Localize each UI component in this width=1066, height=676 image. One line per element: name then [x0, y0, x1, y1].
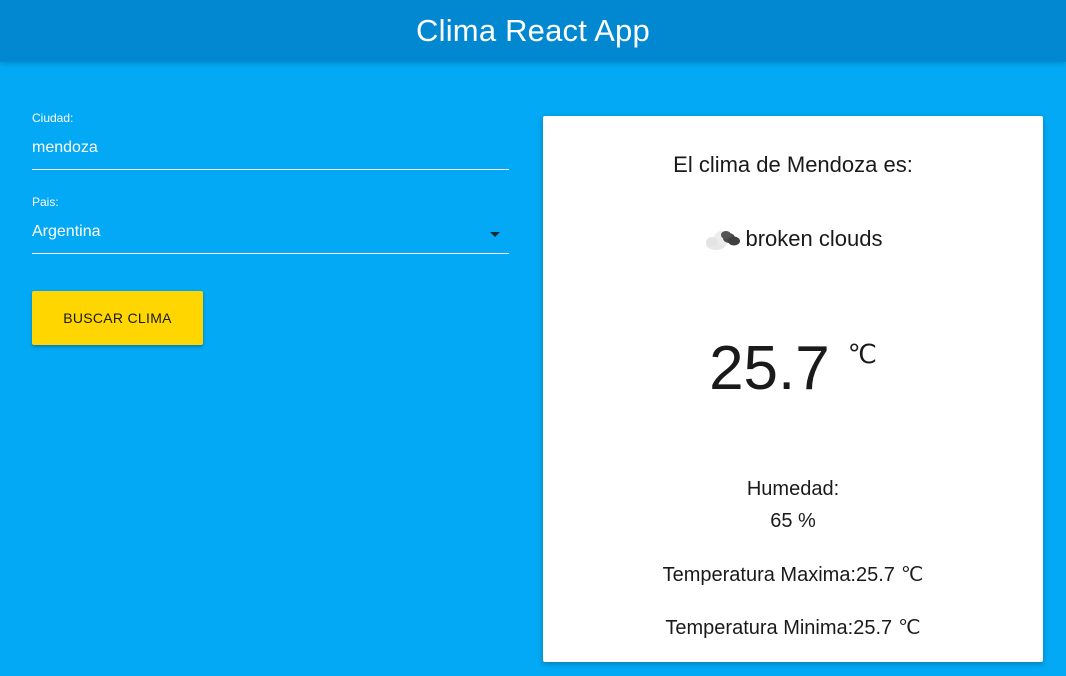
country-label: Pais: [32, 195, 59, 209]
country-selected-value: Argentina [32, 223, 101, 240]
min-temperature-unit: ℃ [898, 617, 921, 639]
min-temperature-text: Temperatura Minima:25.7 [665, 617, 893, 639]
search-form: Ciudad: Pais: Argentina BUSCAR CLIMA [32, 108, 509, 345]
humidity-value: 65 % [770, 510, 816, 532]
weather-condition: broken clouds [543, 226, 1043, 252]
max-temperature-text: Temperatura Maxima:25.7 [662, 564, 895, 586]
city-input[interactable] [32, 125, 509, 170]
min-temperature: Temperatura Minima:25.7 ℃ [543, 615, 1043, 640]
current-temperature: 25.7 ℃ [543, 334, 1043, 404]
weather-card: El clima de Mendoza es: broken clouds 25… [543, 116, 1043, 662]
app-title: Clima React App [416, 13, 650, 48]
cloud-icon [705, 231, 740, 250]
country-select[interactable]: Argentina [32, 209, 509, 254]
dropdown-caret-icon[interactable] [490, 232, 500, 237]
weather-heading: El clima de Mendoza es: [673, 152, 913, 177]
condition-text: broken clouds [745, 226, 883, 251]
city-field: Ciudad: [32, 111, 509, 170]
search-weather-button[interactable]: BUSCAR CLIMA [32, 291, 203, 345]
max-temperature-unit: ℃ [900, 564, 924, 586]
app-bar: Clima React App [0, 0, 1066, 62]
temperature-unit: ℃ [847, 340, 877, 369]
humidity-label: Humedad: [746, 478, 840, 500]
max-temperature: Temperatura Maxima:25.7 ℃ [543, 562, 1043, 587]
city-label: Ciudad: [32, 111, 74, 125]
country-field: Pais: Argentina [32, 195, 509, 254]
temperature-value: 25.7 [709, 334, 830, 403]
